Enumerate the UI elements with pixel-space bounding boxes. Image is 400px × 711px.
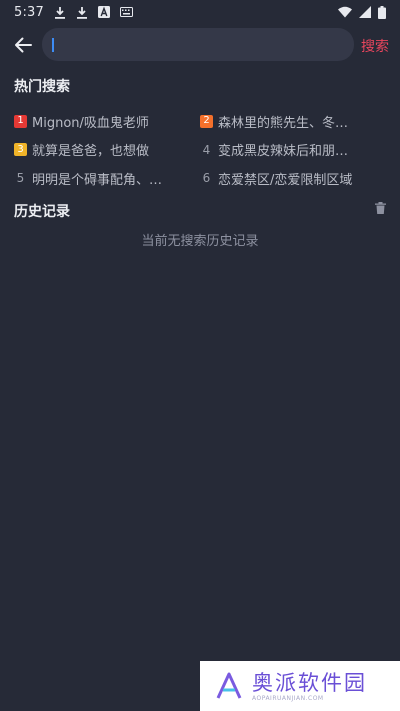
status-bar: 5:37 <box>0 0 400 24</box>
download-icon <box>76 6 88 19</box>
watermark-text: 奥派软件园 AOPAIRUANJIAN.COM <box>252 671 367 702</box>
keyboard-icon <box>120 7 133 17</box>
wifi-icon <box>338 6 352 18</box>
cellular-signal-icon <box>359 6 371 18</box>
rank-badge: 2 <box>200 114 213 128</box>
a-notification-icon <box>98 6 110 18</box>
hot-search-item[interactable]: 3 就算是爸爸，也想做 <box>14 136 200 165</box>
status-right <box>338 5 386 19</box>
hot-search-label: 森林里的熊先生、冬… <box>218 115 349 131</box>
back-arrow-icon <box>15 37 32 53</box>
history-empty-message: 当前无搜索历史记录 <box>141 234 259 249</box>
hot-search-item[interactable]: 6 恋爱禁区/恋爱限制区域 <box>200 164 386 193</box>
hot-search-item[interactable]: 4 变成黑皮辣妹后和朋… <box>200 136 386 165</box>
rank-badge: 3 <box>14 143 27 157</box>
rank-number: 5 <box>16 171 25 186</box>
search-header: 搜索 <box>0 24 400 66</box>
search-button[interactable]: 搜索 <box>361 36 389 56</box>
battery-icon <box>378 5 386 19</box>
history-title: 历史记录 <box>14 204 70 220</box>
watermark-logo-icon <box>216 672 242 699</box>
watermark-main: 奥派软件园 <box>252 670 367 695</box>
hot-search-label: 明明是个碍事配角、… <box>32 172 163 188</box>
hot-search-list: 1 Mignon/吸血鬼老师 2 森林里的熊先生、冬… 3 就算是爸爸，也想做 4 变成黑皮辣… <box>14 107 386 193</box>
status-time: 5:37 <box>14 4 44 20</box>
clear-history-button[interactable] <box>373 201 387 215</box>
status-left: 5:37 <box>14 5 133 20</box>
text-cursor <box>52 37 54 52</box>
watermark-sub: AOPAIRUANJIAN.COM <box>252 694 324 702</box>
rank-number: 6 <box>202 171 211 186</box>
back-button[interactable] <box>10 32 36 58</box>
hot-search-label: 恋爱禁区/恋爱限制区域 <box>218 172 353 188</box>
hot-search-item[interactable]: 5 明明是个碍事配角、… <box>14 164 200 193</box>
rank-number: 4 <box>202 142 211 157</box>
hot-search-label: 就算是爸爸，也想做 <box>32 144 150 160</box>
search-field-container[interactable] <box>42 28 354 61</box>
hot-search-item[interactable]: 2 森林里的熊先生、冬… <box>200 107 386 136</box>
download-icon <box>54 6 66 19</box>
hot-search-label: 变成黑皮辣妹后和朋… <box>218 144 349 160</box>
trash-icon <box>374 202 386 214</box>
hot-search-label: Mignon/吸血鬼老师 <box>32 115 149 131</box>
search-input[interactable] <box>56 32 336 57</box>
rank-badge: 1 <box>14 114 27 128</box>
watermark: 奥派软件园 AOPAIRUANJIAN.COM <box>200 661 400 711</box>
hot-search-item[interactable]: 1 Mignon/吸血鬼老师 <box>14 107 200 136</box>
hot-search-title: 热门搜索 <box>14 79 70 95</box>
